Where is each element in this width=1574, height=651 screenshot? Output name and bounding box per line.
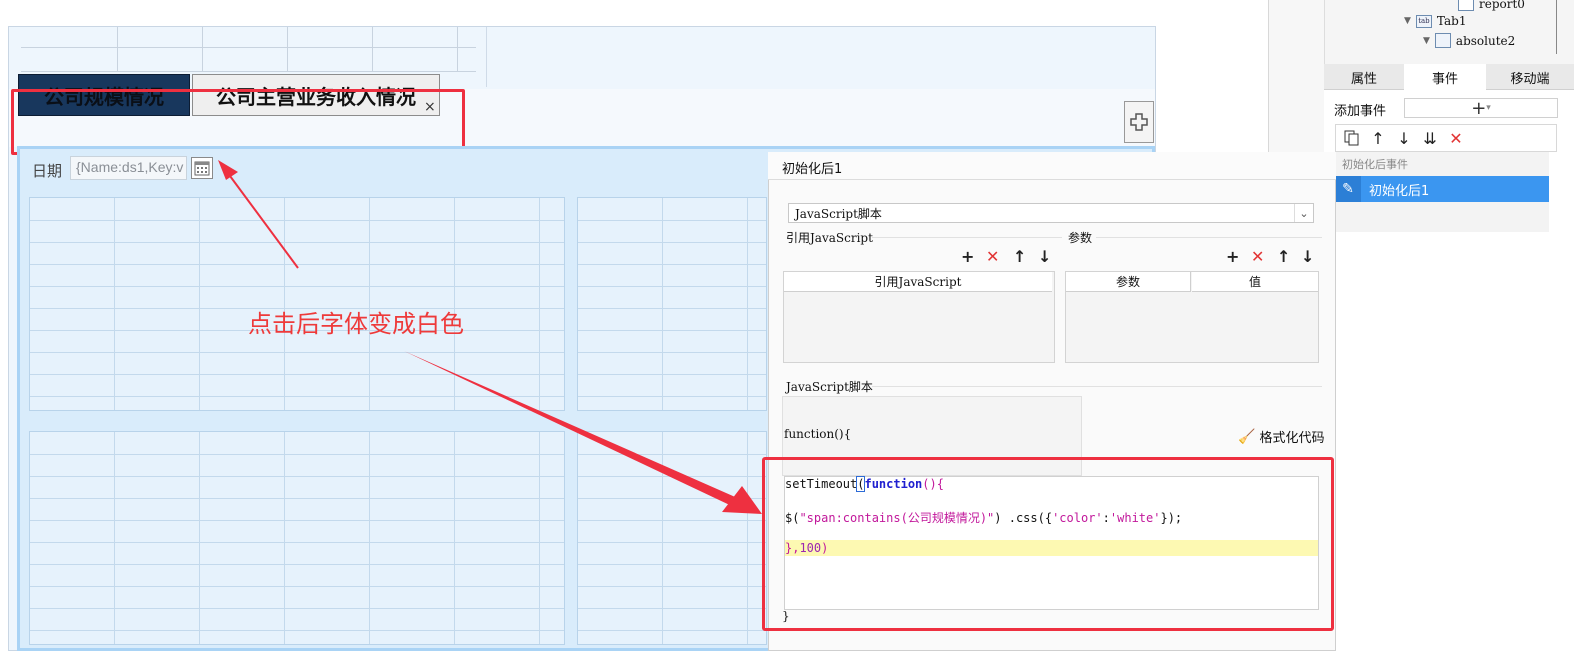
copy-icon[interactable]	[1342, 128, 1362, 148]
tree-item-absolute2[interactable]: ▼ absolute2	[1423, 33, 1515, 48]
move-down-icon[interactable]: ↓	[1394, 128, 1414, 148]
grid-block-bottom-right	[577, 431, 767, 645]
add-param-icon[interactable]: +	[1226, 249, 1239, 265]
collapse-arrow-icon[interactable]: ▼	[1404, 16, 1411, 26]
grid-block-bottom-left	[29, 431, 565, 645]
tree-scroll-line	[1556, 0, 1557, 54]
add-ref-icon[interactable]: +	[961, 249, 974, 265]
grid-block-top-right	[577, 197, 767, 411]
param-up-icon[interactable]: ↑	[1277, 249, 1290, 265]
script-section-label: JavaScript脚本	[786, 380, 873, 394]
date-label: 日期	[32, 162, 63, 180]
function-open-text: function(){	[784, 427, 852, 441]
tree-item-report0[interactable]: report0	[1458, 0, 1525, 11]
broom-icon: 🧹	[1238, 428, 1256, 445]
script-type-select[interactable]: JavaScript脚本	[788, 203, 1314, 223]
delete-param-icon[interactable]: ✕	[1251, 249, 1264, 265]
add-event-label: 添加事件	[1334, 104, 1387, 119]
delete-icon[interactable]: ✕	[1446, 128, 1466, 148]
tab-mobile[interactable]: 移动端	[1486, 64, 1574, 90]
date-field[interactable]: {Name:ds1,Key:v	[70, 156, 187, 180]
editor-title: 初始化后1	[782, 162, 843, 177]
event-toolbar: ↑ ↓ ⇊ ✕	[1335, 124, 1557, 152]
format-code-label: 格式化代码	[1259, 431, 1325, 446]
tree-item-label: absolute2	[1455, 33, 1516, 48]
plus-icon: +	[1471, 97, 1487, 119]
component-tree	[1324, 0, 1574, 64]
tab-properties[interactable]: 属性	[1324, 64, 1404, 90]
edit-icon[interactable]: ✎	[1335, 176, 1361, 202]
add-event-button[interactable]: + ▾	[1404, 97, 1558, 119]
annotation-box-code	[762, 457, 1334, 631]
tree-item-label: Tab1	[1436, 14, 1467, 28]
ref-js-column-header: 引用JavaScript	[784, 272, 1052, 292]
params-table: 参数 值	[1065, 271, 1319, 363]
param-down-icon[interactable]: ↓	[1301, 249, 1314, 265]
event-item-label: 初始化后1	[1369, 183, 1430, 199]
collapse-arrow-icon[interactable]: ▼	[1423, 36, 1430, 46]
format-code-button[interactable]: 🧹 格式化代码	[1238, 427, 1325, 447]
tree-item-label: report0	[1479, 0, 1525, 11]
annotation-note: 点击后字体变成白色	[248, 310, 464, 338]
ref-up-icon[interactable]: ↑	[1013, 249, 1026, 265]
delete-ref-icon[interactable]: ✕	[986, 249, 999, 265]
event-item-selected[interactable]: ✎ 初始化后1	[1335, 176, 1549, 202]
report-icon	[1458, 0, 1474, 11]
add-tab-button[interactable]	[1124, 101, 1154, 143]
move-bottom-icon[interactable]: ⇊	[1420, 128, 1440, 148]
ref-js-table: 引用JavaScript	[783, 271, 1055, 363]
chevron-down-icon[interactable]: ⌄	[1294, 204, 1313, 222]
tab-events[interactable]: 事件	[1404, 64, 1486, 90]
calendar-icon[interactable]	[191, 157, 213, 179]
params-section-label: 参数	[1068, 231, 1093, 245]
plus-icon	[1130, 113, 1148, 131]
move-up-icon[interactable]: ↑	[1368, 128, 1388, 148]
property-tabs: 属性 事件 移动端	[1324, 64, 1574, 90]
param-column-header: 参数	[1066, 272, 1191, 292]
tree-item-tab1[interactable]: ▼ tab Tab1	[1404, 14, 1466, 28]
tab-icon: tab	[1415, 14, 1432, 28]
value-column-header: 值	[1192, 272, 1318, 292]
editor-header	[768, 152, 1336, 180]
layout-icon	[1434, 33, 1451, 48]
event-group-label: 初始化后事件	[1342, 158, 1408, 171]
ref-down-icon[interactable]: ↓	[1038, 249, 1051, 265]
ref-js-section-label: 引用JavaScript	[786, 231, 873, 245]
